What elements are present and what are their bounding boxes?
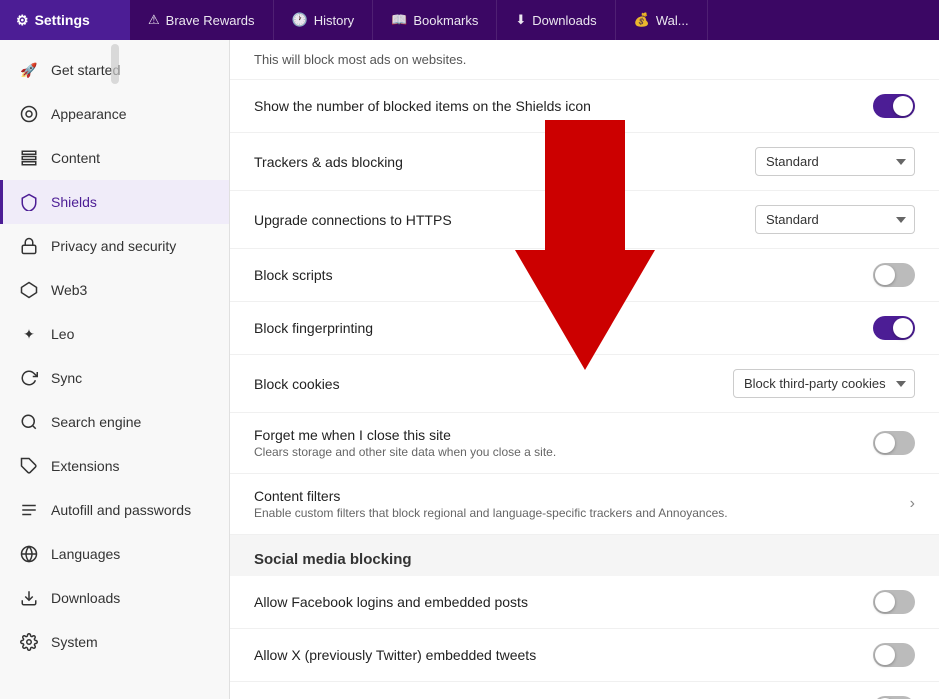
sidebar-item-web3-label: Web3 (51, 282, 87, 298)
extensions-icon (19, 456, 39, 476)
sidebar-item-shields-label: Shields (51, 194, 97, 210)
sidebar-item-downloads-label: Downloads (51, 590, 120, 606)
setting-sublabel-forget-me: Clears storage and other site data when … (254, 445, 861, 459)
settings-tab[interactable]: ⚙ Settings (0, 0, 130, 40)
sidebar-item-appearance-label: Appearance (51, 106, 127, 122)
sidebar-item-web3[interactable]: Web3 (0, 268, 229, 312)
sidebar-item-languages-label: Languages (51, 546, 120, 562)
sync-icon (19, 368, 39, 388)
main-content: This will block most ads on websites. Sh… (230, 40, 939, 699)
setting-facebook: Allow Facebook logins and embedded posts (230, 576, 939, 629)
tab-bookmarks-label: Bookmarks (413, 13, 478, 28)
setting-label-block-scripts: Block scripts (254, 267, 861, 283)
toggle-twitter[interactable] (873, 643, 915, 667)
sidebar-item-extensions[interactable]: Extensions (0, 444, 229, 488)
toggle-facebook[interactable] (873, 590, 915, 614)
sidebar-item-privacy-label: Privacy and security (51, 238, 176, 254)
setting-show-blocked-count: Show the number of blocked items on the … (230, 80, 939, 133)
sidebar-item-languages[interactable]: Languages (0, 532, 229, 576)
sidebar-item-sync-label: Sync (51, 370, 82, 386)
brave-rewards-icon: ⚠ (148, 12, 160, 28)
sidebar-item-extensions-label: Extensions (51, 458, 119, 474)
tab-wallet[interactable]: 💰 Wal... (616, 0, 708, 40)
download-icon (19, 588, 39, 608)
sidebar-item-leo[interactable]: ✦ Leo (0, 312, 229, 356)
select-trackers-ads[interactable]: Standard Aggressive Disabled (755, 147, 915, 176)
setting-sublabel-content-filters: Enable custom filters that block regiona… (254, 506, 898, 520)
tab-history[interactable]: 🕐 History (274, 0, 374, 40)
sidebar-item-autofill-label: Autofill and passwords (51, 502, 191, 518)
setting-label-forget-me: Forget me when I close this site (254, 427, 861, 443)
languages-icon (19, 544, 39, 564)
sidebar-item-sync[interactable]: Sync (0, 356, 229, 400)
setting-label-cookies: Block cookies (254, 376, 721, 392)
top-note: This will block most ads on websites. (230, 40, 939, 80)
autofill-icon (19, 500, 39, 520)
sidebar-item-get-started-label: Get started (51, 62, 120, 78)
sidebar-item-downloads[interactable]: Downloads (0, 576, 229, 620)
sidebar-item-system[interactable]: System (0, 620, 229, 664)
sidebar-item-shields[interactable]: Shields (0, 180, 229, 224)
setting-label-fingerprinting: Block fingerprinting (254, 320, 861, 336)
tab-wallet-label: Wal... (656, 13, 689, 28)
sidebar-item-autofill[interactable]: Autofill and passwords (0, 488, 229, 532)
toggle-block-scripts[interactable] (873, 263, 915, 287)
setting-block-scripts: Block scripts (230, 249, 939, 302)
web3-icon (19, 280, 39, 300)
setting-label-show-blocked: Show the number of blocked items on the … (254, 98, 861, 114)
content-icon (19, 148, 39, 168)
setting-label-facebook: Allow Facebook logins and embedded posts (254, 594, 861, 610)
social-media-section-header: Social media blocking (230, 535, 939, 576)
sidebar-item-content-label: Content (51, 150, 100, 166)
toggle-show-blocked[interactable] (873, 94, 915, 118)
tab-history-label: History (314, 13, 354, 28)
setting-twitter: Allow X (previously Twitter) embedded tw… (230, 629, 939, 682)
search-icon (19, 412, 39, 432)
toggle-block-fingerprinting[interactable] (873, 316, 915, 340)
leo-icon: ✦ (19, 324, 39, 344)
setting-content-filters[interactable]: Content filters Enable custom filters th… (230, 474, 939, 535)
sidebar-item-privacy[interactable]: Privacy and security (0, 224, 229, 268)
wallet-icon: 💰 (634, 12, 650, 28)
sidebar: 🚀 Get started Appearance Content Shields (0, 40, 230, 699)
history-icon: 🕐 (292, 12, 308, 28)
bookmarks-icon: 📖 (391, 12, 407, 28)
sidebar-item-leo-label: Leo (51, 326, 74, 342)
setting-label-twitter: Allow X (previously Twitter) embedded tw… (254, 647, 861, 663)
lock-icon (19, 236, 39, 256)
settings-icon: ⚙ (16, 12, 29, 29)
setting-forget-me: Forget me when I close this site Clears … (230, 413, 939, 474)
toggle-forget-me[interactable] (873, 431, 915, 455)
setting-label-trackers: Trackers & ads blocking (254, 154, 743, 170)
setting-block-cookies: Block cookies Block third-party cookies … (230, 355, 939, 413)
chevron-right-icon: › (910, 495, 915, 513)
select-upgrade-https[interactable]: Standard Strict Disabled (755, 205, 915, 234)
sidebar-item-system-label: System (51, 634, 98, 650)
sidebar-item-appearance[interactable]: Appearance (0, 92, 229, 136)
sidebar-item-content[interactable]: Content (0, 136, 229, 180)
topbar: ⚙ Settings ⚠ Brave Rewards 🕐 History 📖 B… (0, 0, 939, 40)
tab-brave-rewards-label: Brave Rewards (166, 13, 255, 28)
settings-label: Settings (35, 12, 90, 28)
select-block-cookies[interactable]: Block third-party cookies Block all cook… (733, 369, 915, 398)
appearance-icon (19, 104, 39, 124)
setting-label-content-filters: Content filters (254, 488, 898, 504)
tab-downloads[interactable]: ⬇ Downloads (497, 0, 615, 40)
setting-upgrade-https: Upgrade connections to HTTPS Standard St… (230, 191, 939, 249)
tab-downloads-label: Downloads (532, 13, 596, 28)
setting-block-fingerprinting: Block fingerprinting (230, 302, 939, 355)
shield-icon (19, 192, 39, 212)
setting-trackers-ads: Trackers & ads blocking Standard Aggress… (230, 133, 939, 191)
rocket-icon: 🚀 (19, 60, 39, 80)
setting-label-https: Upgrade connections to HTTPS (254, 212, 743, 228)
tab-brave-rewards[interactable]: ⚠ Brave Rewards (130, 0, 274, 40)
setting-linkedin: Allow LinkedIn embedded posts (230, 682, 939, 699)
downloads-icon: ⬇ (515, 12, 526, 28)
tab-bookmarks[interactable]: 📖 Bookmarks (373, 0, 497, 40)
sidebar-item-search-engine-label: Search engine (51, 414, 141, 430)
sidebar-item-search-engine[interactable]: Search engine (0, 400, 229, 444)
main-layout: 🚀 Get started Appearance Content Shields (0, 40, 939, 699)
content-area: This will block most ads on websites. Sh… (230, 40, 939, 699)
system-icon (19, 632, 39, 652)
